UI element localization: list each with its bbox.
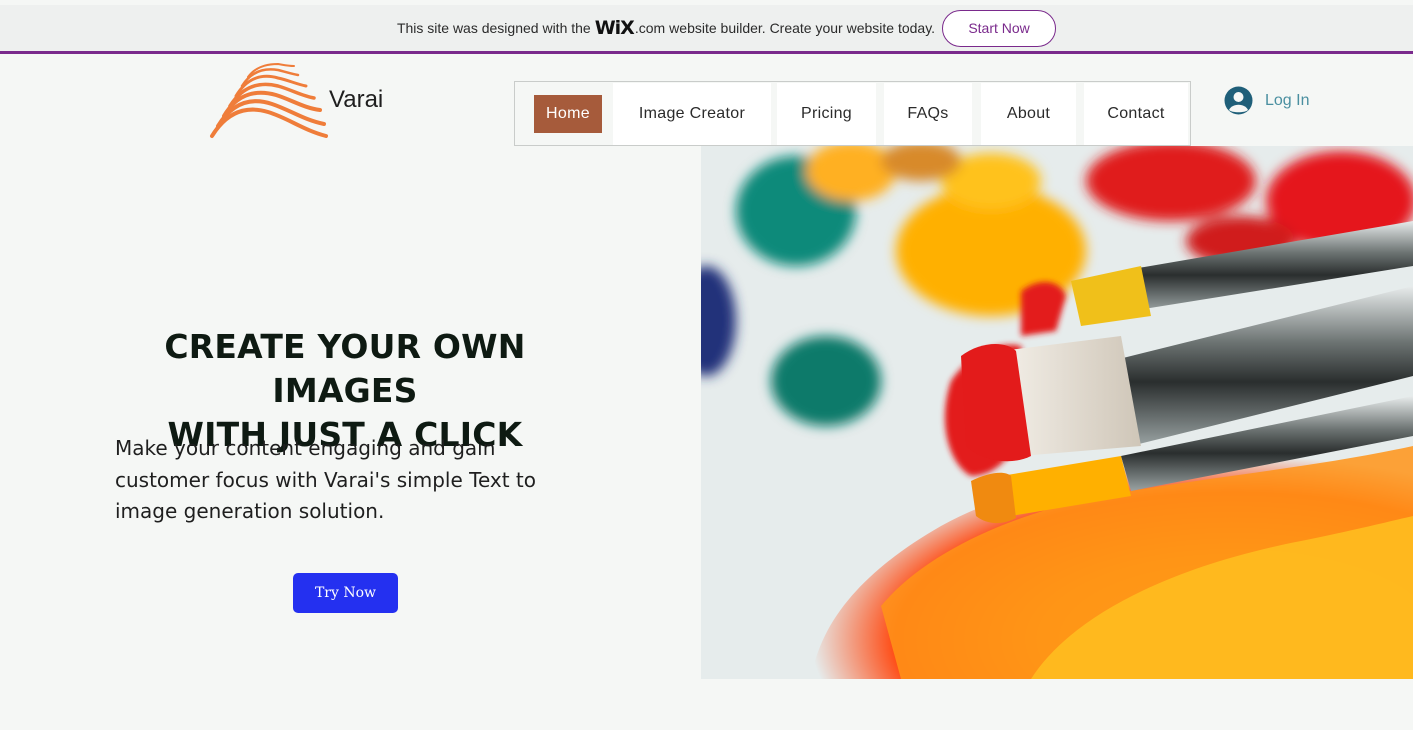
hero-subtitle: Make your content engaging and gain cust… — [115, 436, 537, 523]
wix-promo-banner: This site was designed with the WiX .com … — [0, 5, 1413, 54]
wix-dotcom: .com — [634, 20, 666, 36]
main-nav: Home Image Creator Pricing FAQs About Co… — [514, 81, 1191, 146]
wix-banner-text-before: This site was designed with the — [396, 20, 591, 36]
nav-item-pricing[interactable]: Pricing — [777, 83, 876, 145]
nav-item-faqs-label: FAQs — [907, 105, 949, 122]
nav-item-home[interactable]: Home — [527, 83, 609, 145]
nav-item-image-creator-label: Image Creator — [638, 105, 746, 122]
nav-item-about-label: About — [1006, 105, 1051, 122]
hero-image — [701, 146, 1413, 679]
wave-logo-icon[interactable] — [208, 60, 333, 144]
nav-item-contact-label: Contact — [1107, 105, 1165, 122]
login-label: Log In — [1265, 91, 1310, 109]
paint-brushes-image — [701, 146, 1413, 679]
wix-banner-text-after: website builder. Create your website tod… — [669, 20, 936, 36]
wix-banner-text: This site was designed with the WiX .com … — [397, 17, 935, 39]
try-now-button[interactable]: Try Now — [293, 573, 398, 613]
nav-item-home-label: Home — [534, 95, 602, 133]
nav-item-pricing-label: Pricing — [800, 105, 852, 122]
nav-item-faqs[interactable]: FAQs — [884, 83, 972, 145]
nav-item-about[interactable]: About — [981, 83, 1076, 145]
wix-logo[interactable]: WiX — [595, 17, 635, 39]
login-button[interactable]: Log In — [1224, 86, 1309, 115]
hero-title-line-1: CREATE YOUR OWN IMAGES — [164, 327, 526, 410]
nav-item-contact[interactable]: Contact — [1084, 83, 1188, 145]
nav-item-image-creator[interactable]: Image Creator — [613, 83, 771, 145]
brand-name[interactable]: Varai — [329, 86, 383, 114]
user-avatar-icon — [1224, 86, 1253, 115]
start-now-button[interactable]: Start Now — [942, 9, 1057, 47]
